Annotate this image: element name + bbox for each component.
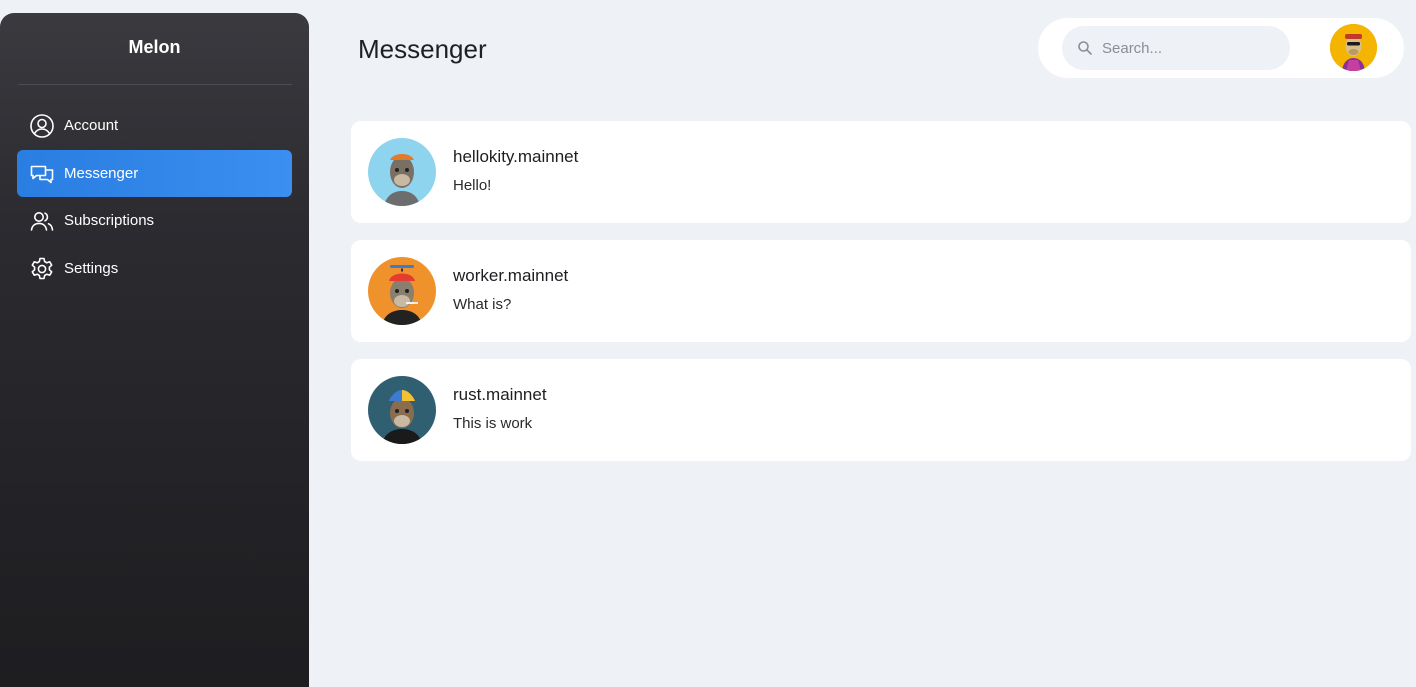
sidebar: Melon Account Messenger Subscriptions Se… xyxy=(0,13,309,687)
sidebar-item-settings[interactable]: Settings xyxy=(17,245,292,292)
conversation-message: Hello! xyxy=(453,177,492,194)
sidebar-item-label: Messenger xyxy=(64,165,139,182)
chat-bubbles-icon xyxy=(29,161,55,187)
avatar xyxy=(368,138,436,206)
gear-icon xyxy=(29,256,55,282)
sidebar-item-messenger[interactable]: Messenger xyxy=(17,150,292,197)
conversation-message: What is? xyxy=(453,296,512,313)
search-box[interactable] xyxy=(1062,26,1290,70)
search-input[interactable] xyxy=(1102,39,1282,57)
user-circle-icon xyxy=(29,113,55,139)
sidebar-item-label: Settings xyxy=(64,260,119,277)
conversation-name: worker.mainnet xyxy=(453,266,569,285)
sidebar-item-label: Account xyxy=(64,117,119,134)
users-icon xyxy=(29,208,55,234)
user-avatar[interactable] xyxy=(1330,24,1377,71)
conversation-item[interactable]: worker.mainnet What is? xyxy=(351,240,1411,342)
sidebar-item-subscriptions[interactable]: Subscriptions xyxy=(17,197,292,244)
sidebar-item-account[interactable]: Account xyxy=(17,102,292,149)
search-icon xyxy=(1078,41,1092,55)
avatar xyxy=(368,257,436,325)
page-title: Messenger xyxy=(358,34,487,64)
conversation-message: This is work xyxy=(453,415,533,432)
top-bar xyxy=(1038,18,1404,78)
conversation-item[interactable]: rust.mainnet This is work xyxy=(351,359,1411,461)
sidebar-item-label: Subscriptions xyxy=(64,212,155,229)
conversation-name: rust.mainnet xyxy=(453,385,547,404)
conversation-item[interactable]: hellokity.mainnet Hello! xyxy=(351,121,1411,223)
brand-name: Melon xyxy=(128,37,181,57)
conversation-name: hellokity.mainnet xyxy=(453,147,579,166)
avatar xyxy=(368,376,436,444)
sidebar-divider xyxy=(18,84,292,85)
